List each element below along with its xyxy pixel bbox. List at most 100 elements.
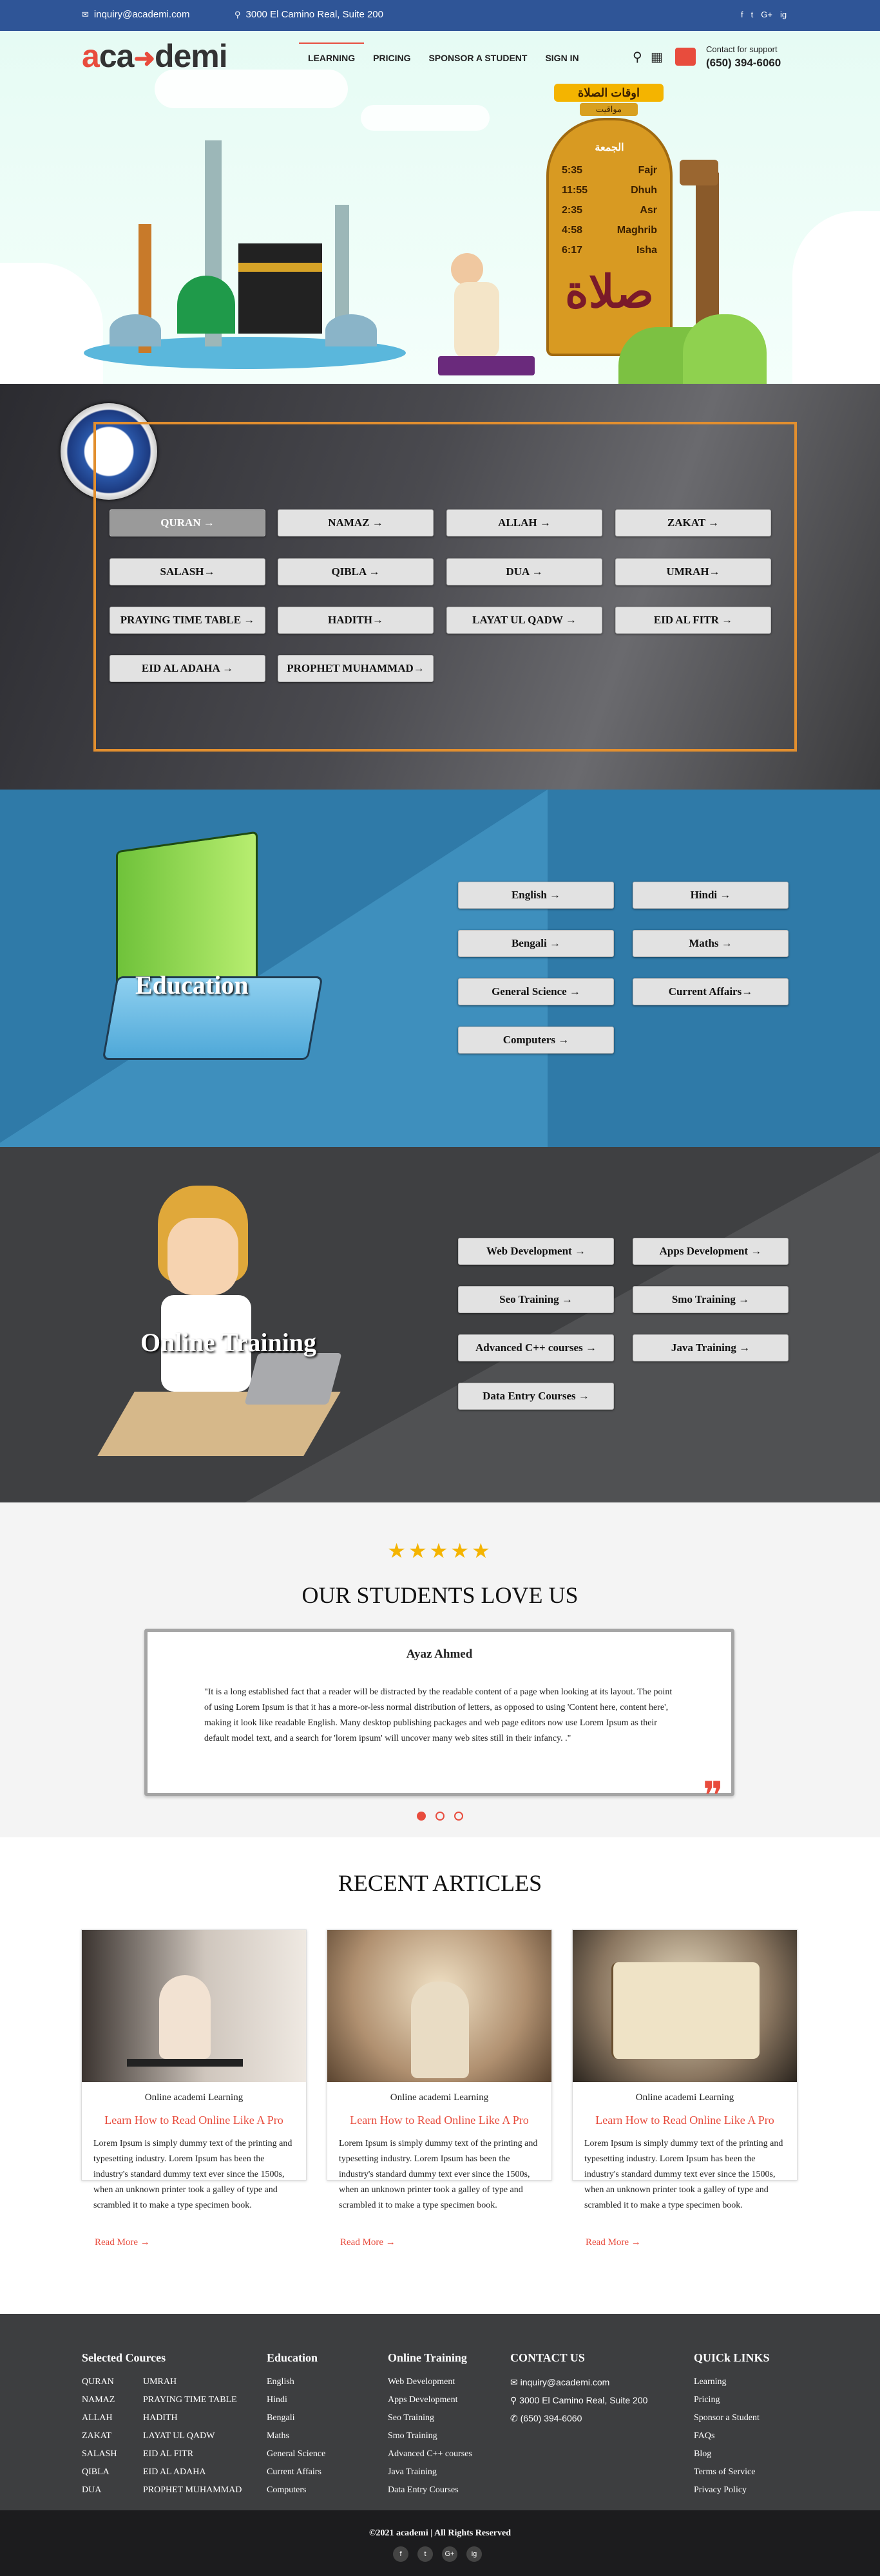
training-button-data-entry[interactable]: Data Entry Courses → bbox=[458, 1383, 614, 1410]
course-button-salash[interactable]: SALASH→ bbox=[110, 558, 265, 585]
training-button-web-development[interactable]: Web Development → bbox=[458, 1238, 614, 1265]
article-title[interactable]: Learn How to Read Online Like A Pro bbox=[573, 2114, 797, 2127]
support-phone[interactable]: (650) 394-6060 bbox=[706, 57, 781, 70]
nav-pricing[interactable]: PRICING bbox=[364, 53, 419, 63]
training-button-apps-development[interactable]: Apps Development → bbox=[633, 1238, 789, 1265]
article-card[interactable]: Online academi Learning Learn How to Rea… bbox=[572, 1929, 798, 2248]
carousel-dot-active[interactable] bbox=[417, 1812, 426, 1821]
edu-button-bengali[interactable]: Bengali → bbox=[458, 930, 614, 957]
twitter-icon[interactable]: t bbox=[751, 10, 754, 19]
course-button-eid-al-adaha[interactable]: EID AL ADAHA → bbox=[110, 655, 265, 682]
course-button-hadith[interactable]: HADITH→ bbox=[278, 607, 434, 634]
instagram-icon[interactable]: ig bbox=[466, 2546, 482, 2562]
footer-link[interactable]: NAMAZ bbox=[82, 2391, 117, 2409]
search-icon[interactable]: ⚲ bbox=[633, 49, 642, 65]
footer-contact-phone[interactable]: ✆ (650) 394-6060 bbox=[510, 2409, 647, 2427]
carousel-dot[interactable] bbox=[454, 1812, 463, 1821]
footer-link[interactable]: Smo Training bbox=[388, 2427, 472, 2445]
courses-frame bbox=[93, 422, 797, 752]
course-button-qibla[interactable]: QIBLA → bbox=[278, 558, 434, 585]
footer-link[interactable]: Maths bbox=[267, 2427, 325, 2445]
read-more-link[interactable]: Read More → bbox=[586, 2237, 641, 2248]
footer-link[interactable]: General Science bbox=[267, 2445, 325, 2463]
edu-button-hindi[interactable]: Hindi → bbox=[633, 882, 789, 909]
google-plus-icon[interactable]: G+ bbox=[442, 2546, 457, 2562]
google-plus-icon[interactable]: G+ bbox=[761, 10, 772, 19]
footer-link[interactable]: Web Development bbox=[388, 2373, 472, 2391]
footer-link[interactable]: LAYAT UL QADW bbox=[143, 2427, 242, 2445]
footer-contact-email[interactable]: ✉ inquiry@academi.com bbox=[510, 2373, 647, 2391]
training-button-smo[interactable]: Smo Training → bbox=[633, 1286, 789, 1313]
footer-link[interactable]: ALLAH bbox=[82, 2409, 117, 2427]
carousel-dot[interactable] bbox=[435, 1812, 445, 1821]
footer-link[interactable]: Apps Development bbox=[388, 2391, 472, 2409]
footer-link[interactable]: Java Training bbox=[388, 2463, 472, 2481]
nav-sign-in[interactable]: SIGN IN bbox=[536, 53, 588, 63]
footer-link[interactable]: Sponsor a Student bbox=[694, 2409, 760, 2427]
footer-link[interactable]: QURAN bbox=[82, 2373, 117, 2391]
training-button-advanced-cpp[interactable]: Advanced C++ courses → bbox=[458, 1334, 614, 1361]
footer-link[interactable]: Bengali bbox=[267, 2409, 325, 2427]
course-button-allah[interactable]: ALLAH → bbox=[446, 509, 602, 536]
training-button-java[interactable]: Java Training → bbox=[633, 1334, 789, 1361]
footer-link[interactable]: Seo Training bbox=[388, 2409, 472, 2427]
footer-link[interactable]: Blog bbox=[694, 2445, 760, 2463]
footer-link[interactable]: QIBLA bbox=[82, 2463, 117, 2481]
phone-icon: ✆ bbox=[510, 2413, 521, 2423]
footer-link[interactable]: PRAYING TIME TABLE bbox=[143, 2391, 242, 2409]
prayer-mat bbox=[438, 356, 535, 375]
footer-link[interactable]: Data Entry Courses bbox=[388, 2481, 472, 2499]
training-button-seo[interactable]: Seo Training → bbox=[458, 1286, 614, 1313]
edu-button-computers[interactable]: Computers → bbox=[458, 1027, 614, 1054]
cloud bbox=[0, 263, 103, 392]
article-category: Online academi Learning bbox=[635, 2092, 734, 2103]
article-title[interactable]: Learn How to Read Online Like A Pro bbox=[327, 2114, 551, 2127]
footer-link[interactable]: Terms of Service bbox=[694, 2463, 760, 2481]
facebook-icon[interactable]: f bbox=[741, 10, 743, 19]
footer-link[interactable]: ZAKAT bbox=[82, 2427, 117, 2445]
footer-link[interactable]: DUA bbox=[82, 2481, 117, 2499]
course-button-prophet-muhammad[interactable]: PROPHET MUHAMMAD→ bbox=[278, 655, 434, 682]
grid-menu-icon[interactable]: ▦ bbox=[651, 49, 663, 65]
footer-link[interactable]: Advanced C++ courses bbox=[388, 2445, 472, 2463]
footer-link[interactable]: HADITH bbox=[143, 2409, 242, 2427]
footer-link[interactable]: English bbox=[267, 2373, 325, 2391]
nav-learning[interactable]: LEARNING bbox=[299, 43, 365, 63]
course-button-umrah[interactable]: UMRAH→ bbox=[615, 558, 771, 585]
edu-button-current-affairs[interactable]: Current Affairs→ bbox=[633, 978, 789, 1005]
edu-button-maths[interactable]: Maths → bbox=[633, 930, 789, 957]
footer-link[interactable]: Pricing bbox=[694, 2391, 760, 2409]
course-button-praying-time-table[interactable]: PRAYING TIME TABLE → bbox=[110, 607, 265, 634]
facebook-icon[interactable]: f bbox=[393, 2546, 408, 2562]
read-more-link[interactable]: Read More → bbox=[95, 2237, 150, 2248]
edu-button-general-science[interactable]: General Science → bbox=[458, 978, 614, 1005]
footer-link[interactable]: FAQs bbox=[694, 2427, 760, 2445]
footer-link[interactable]: SALASH bbox=[82, 2445, 117, 2463]
footer-link[interactable]: Current Affairs bbox=[267, 2463, 325, 2481]
instagram-icon[interactable]: ig bbox=[780, 10, 787, 19]
topbar-email[interactable]: ✉ inquiry@academi.com bbox=[82, 9, 190, 20]
footer-link[interactable]: UMRAH bbox=[143, 2373, 242, 2391]
course-button-dua[interactable]: DUA → bbox=[446, 558, 602, 585]
nav-sponsor[interactable]: SPONSOR A STUDENT bbox=[419, 53, 536, 63]
site-logo[interactable]: aca➜demi bbox=[82, 37, 228, 75]
footer-link[interactable]: Hindi bbox=[267, 2391, 325, 2409]
footer-link[interactable]: Learning bbox=[694, 2373, 760, 2391]
edu-button-english[interactable]: English → bbox=[458, 882, 614, 909]
course-button-layat-ul-qadw[interactable]: LAYAT UL QADW → bbox=[446, 607, 602, 634]
article-card[interactable]: Online academi Learning Learn How to Rea… bbox=[81, 1929, 307, 2248]
article-title[interactable]: Learn How to Read Online Like A Pro bbox=[82, 2114, 306, 2127]
course-button-zakat[interactable]: ZAKAT → bbox=[615, 509, 771, 536]
course-button-eid-al-fitr[interactable]: EID AL FITR → bbox=[615, 607, 771, 634]
twitter-icon[interactable]: t bbox=[417, 2546, 433, 2562]
read-more-link[interactable]: Read More → bbox=[340, 2237, 396, 2248]
article-card[interactable]: Online academi Learning Learn How to Rea… bbox=[327, 1929, 552, 2248]
footer-link[interactable]: Privacy Policy bbox=[694, 2481, 760, 2499]
footer-link[interactable]: EID AL FITR bbox=[143, 2445, 242, 2463]
course-button-quran[interactable]: QURAN → bbox=[110, 509, 265, 536]
footer-link[interactable]: Computers bbox=[267, 2481, 325, 2499]
person-body bbox=[454, 282, 499, 359]
footer-link[interactable]: EID AL ADAHA bbox=[143, 2463, 242, 2481]
footer-link[interactable]: PROPHET MUHAMMAD bbox=[143, 2481, 242, 2499]
course-button-namaz[interactable]: NAMAZ → bbox=[278, 509, 434, 536]
